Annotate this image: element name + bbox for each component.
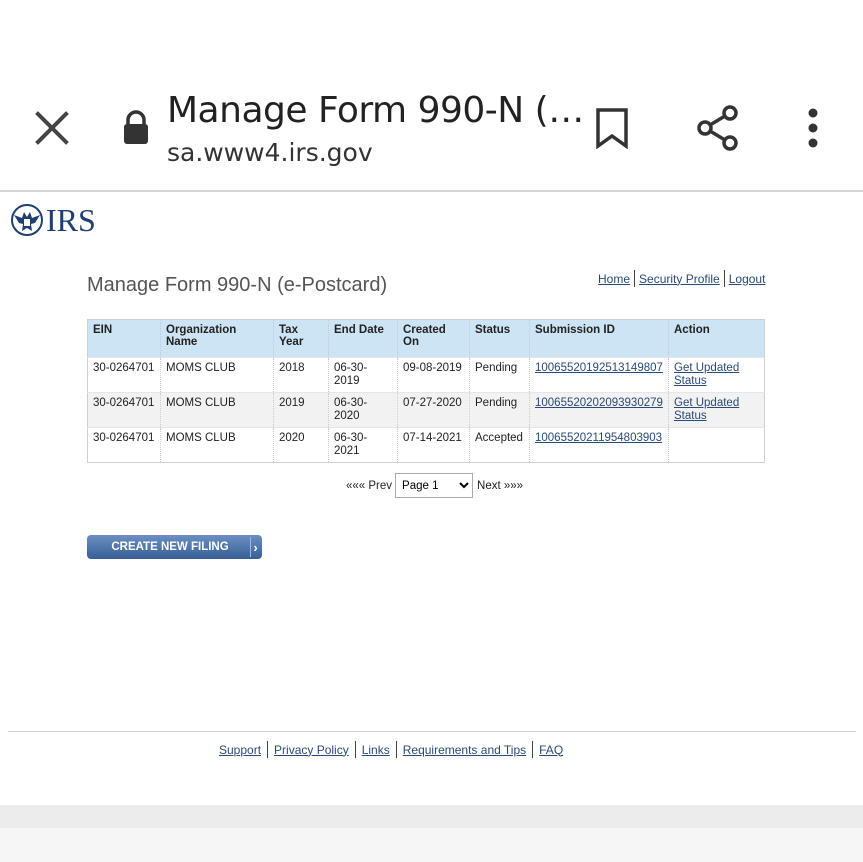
- submission-id-link[interactable]: 10065520202093930279: [535, 397, 663, 409]
- cell-end-date: 06-30-2020: [328, 392, 398, 428]
- page-title: Manage Form 990-N (e-Postcard): [87, 274, 388, 296]
- column-header-ein: EIN: [87, 319, 161, 358]
- irs-logo-text: IRS: [46, 202, 96, 238]
- cell-ein: 30-0264701: [87, 392, 161, 428]
- pagination: ««« Prev Page 1 Next »»»: [346, 473, 523, 498]
- cell-year: 2020: [273, 427, 329, 463]
- table-header-row: EIN Organization Name Tax Year End Date …: [87, 319, 765, 358]
- cell-ein: 30-0264701: [87, 357, 161, 393]
- privacy-policy-link[interactable]: Privacy Policy: [274, 743, 349, 757]
- get-updated-status-link[interactable]: Get Updated Status: [674, 397, 739, 422]
- cell-org: MOMS CLUB: [160, 357, 274, 393]
- column-header-status: Status: [469, 319, 530, 358]
- bottom-area: [0, 828, 863, 862]
- column-header-org: Organization Name: [160, 319, 274, 358]
- filings-table: EIN Organization Name Tax Year End Date …: [87, 319, 765, 463]
- irs-logo[interactable]: IRS: [10, 203, 96, 237]
- cell-year: 2019: [273, 392, 329, 428]
- page-select[interactable]: Page 1: [395, 473, 474, 498]
- submission-id-link[interactable]: 10065520192513149807: [535, 362, 663, 374]
- divider: [267, 741, 269, 758]
- prev-page-link[interactable]: ««« Prev: [346, 480, 392, 492]
- column-header-year: Tax Year: [273, 319, 329, 358]
- bottom-bar: [0, 805, 863, 828]
- cell-end-date: 06-30-2019: [328, 357, 398, 393]
- submission-id-link[interactable]: 10065520211954803903: [535, 432, 662, 444]
- tab-title: Manage Form 990-N (…: [167, 90, 584, 131]
- create-new-filing-label: CREATE NEW FILING: [111, 541, 229, 553]
- cell-status: Pending: [469, 392, 530, 428]
- table-row: 30-0264701 MOMS CLUB 2020 06-30-2021 07-…: [87, 427, 765, 463]
- footer-divider: [8, 731, 856, 732]
- column-header-created: Created On: [397, 319, 470, 358]
- cell-year: 2018: [273, 357, 329, 393]
- home-link[interactable]: Home: [598, 272, 630, 286]
- cell-status: Pending: [469, 357, 530, 393]
- cell-ein: 30-0264701: [87, 427, 161, 463]
- logout-link[interactable]: Logout: [729, 272, 766, 286]
- url-text[interactable]: sa.www4.irs.gov: [167, 138, 373, 167]
- table-row: 30-0264701 MOMS CLUB 2018 06-30-2019 09-…: [87, 357, 765, 393]
- footer-links: Support Privacy Policy Links Requirement…: [219, 741, 563, 758]
- cell-created: 07-27-2020: [397, 392, 470, 428]
- cell-submission: 10065520192513149807: [529, 357, 669, 393]
- cell-submission: 10065520211954803903: [529, 427, 669, 463]
- divider: [395, 741, 397, 758]
- next-page-link[interactable]: Next »»»: [477, 480, 523, 492]
- table-row: 30-0264701 MOMS CLUB 2019 06-30-2020 07-…: [87, 392, 765, 428]
- support-link[interactable]: Support: [219, 743, 261, 757]
- share-icon[interactable]: [694, 104, 742, 152]
- cell-org: MOMS CLUB: [160, 392, 274, 428]
- top-links: Home Security Profile Logout: [598, 270, 765, 287]
- cell-org: MOMS CLUB: [160, 427, 274, 463]
- cell-created: 09-08-2019: [397, 357, 470, 393]
- cell-submission: 10065520202093930279: [529, 392, 669, 428]
- column-header-submission: Submission ID: [529, 319, 669, 358]
- requirements-tips-link[interactable]: Requirements and Tips: [403, 743, 526, 757]
- cell-action: Get Updated Status: [668, 357, 765, 393]
- faq-link[interactable]: FAQ: [539, 743, 563, 757]
- divider: [354, 741, 356, 758]
- bookmark-icon[interactable]: [590, 104, 634, 152]
- get-updated-status-link[interactable]: Get Updated Status: [674, 362, 739, 387]
- cell-action: Get Updated Status: [668, 392, 765, 428]
- divider: [532, 741, 534, 758]
- cell-created: 07-14-2021: [397, 427, 470, 463]
- cell-status: Accepted: [469, 427, 530, 463]
- lock-icon: [118, 106, 154, 150]
- security-profile-link[interactable]: Security Profile: [639, 272, 720, 286]
- browser-toolbar: Manage Form 990-N (… sa.www4.irs.gov: [0, 0, 863, 192]
- divider: [723, 270, 725, 287]
- column-header-end-date: End Date: [328, 319, 398, 358]
- close-icon[interactable]: [30, 106, 74, 150]
- divider: [634, 270, 636, 287]
- more-icon[interactable]: [796, 104, 830, 152]
- cell-action: [668, 427, 765, 463]
- eagle-seal-icon: [11, 204, 43, 236]
- cell-end-date: 06-30-2021: [328, 427, 398, 463]
- links-link[interactable]: Links: [362, 743, 390, 757]
- column-header-action: Action: [668, 319, 765, 358]
- create-new-filing-button[interactable]: CREATE NEW FILING ›: [87, 535, 262, 559]
- chevron-right-icon: ›: [250, 537, 260, 557]
